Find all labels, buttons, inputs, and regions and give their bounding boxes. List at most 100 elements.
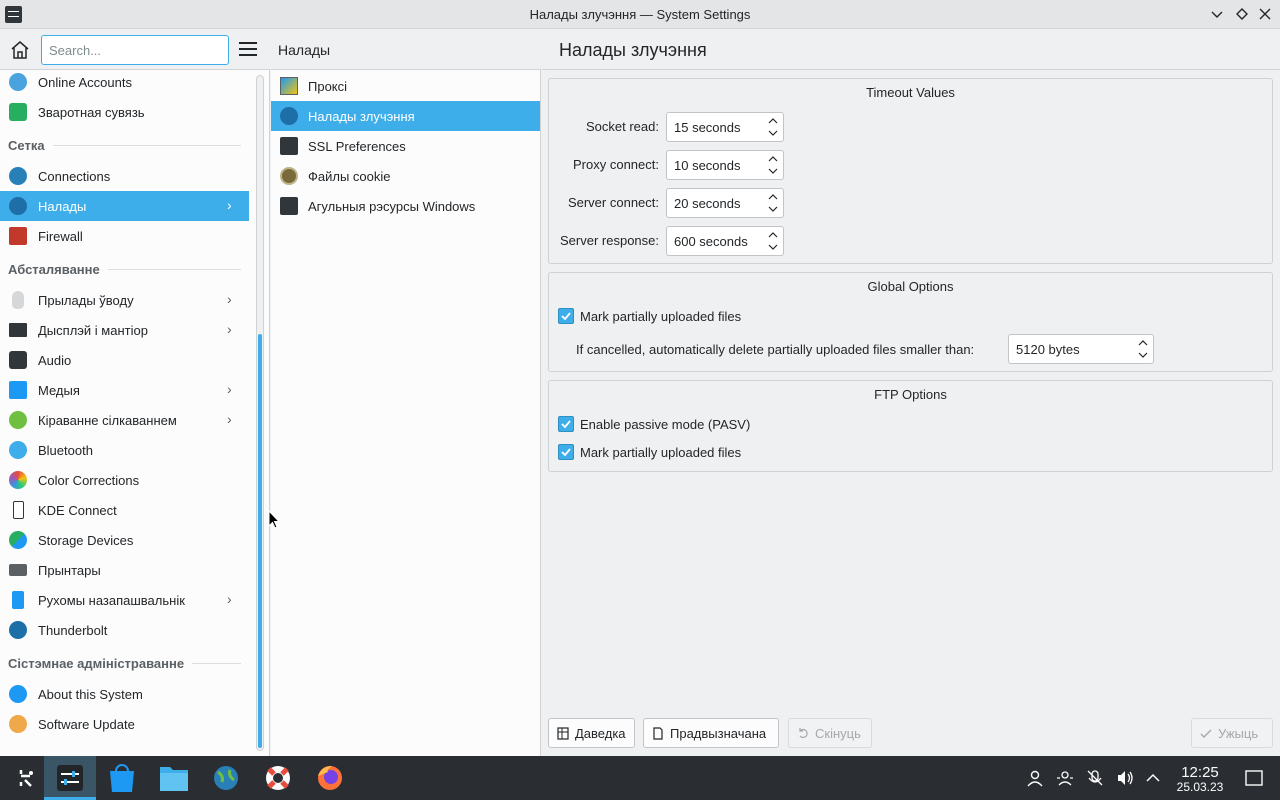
group-title: Global Options [867,279,954,294]
cookie-icon [280,167,298,185]
thunderbolt-icon [9,621,27,639]
sidebar-item-software-update[interactable]: Software Update [0,709,249,739]
subcategory-item-label: Агульныя рэсурсы Windows [308,199,476,214]
minimize-button[interactable] [1208,5,1226,23]
volume-icon[interactable] [1115,768,1135,788]
sidebar-item-online-accounts[interactable]: Online Accounts [0,71,249,97]
sidebar-item-kde-connect[interactable]: KDE Connect [0,495,249,525]
sidebar-item-feedback[interactable]: Зваротная сувязь [0,97,249,127]
sidebar-item-label: Color Corrections [38,473,140,488]
checkmark-icon [561,312,571,321]
printer-icon [9,564,27,576]
proxy-connect-spinbox[interactable]: 10 seconds [666,150,784,180]
spinbox-value: 600 seconds [674,234,748,249]
reset-button[interactable]: Скінуць [788,718,872,748]
subcategory-item-connection-preferences[interactable]: Налады злучэння [271,101,540,131]
sidebar-item-bluetooth[interactable]: Bluetooth [0,435,249,465]
firewall-icon [9,227,27,245]
home-button[interactable] [8,38,32,62]
ftp-mark-partial-checkbox[interactable] [558,444,574,460]
sidebar-item-color-corrections[interactable]: Color Corrections [0,465,249,495]
search-input[interactable] [41,35,229,65]
subcategory-item-windows-shares[interactable]: Агульныя рэсурсы Windows [271,191,540,221]
sidebar-item-connections[interactable]: Connections [0,161,249,191]
media-icon [9,381,27,399]
sidebar-item-label: Прынтары [38,563,101,578]
passive-mode-label[interactable]: Enable passive mode (PASV) [580,417,750,432]
sidebar-item-label: Дысплэй і мантіор [38,323,148,338]
sidebar-item-label: About this System [38,687,143,702]
sidebar-item-storage-devices[interactable]: Storage Devices [0,525,249,555]
user-switch-icon[interactable] [1025,768,1045,788]
sidebar-item-audio[interactable]: Audio [0,345,249,375]
mouse-cursor-icon [268,510,280,529]
passive-mode-checkbox[interactable] [558,416,574,432]
server-response-spinbox[interactable]: 600 seconds [666,226,784,256]
globe-icon [9,197,27,215]
sidebar-scrollbar[interactable] [256,75,264,751]
title-bar: Налады злучэння — System Settings [0,0,1280,29]
subcategory-item-ssl-preferences[interactable]: SSL Preferences [271,131,540,161]
task-discover[interactable] [96,756,148,800]
sidebar-item-display[interactable]: Дысплэй і мантіор › [0,315,249,345]
window-title: Налады злучэння — System Settings [529,7,751,22]
scrollbar-thumb[interactable] [258,334,262,748]
subcategory-item-cookies[interactable]: Файлы cookie [271,161,540,191]
delete-threshold-spinbox[interactable]: 5120 bytes [1008,334,1154,364]
sidebar-item-printers[interactable]: Прынтары [0,555,249,585]
chevron-right-icon: › [227,291,232,307]
field-label: Socket read: [586,119,659,134]
task-help-center[interactable] [252,756,304,800]
sidebar-item-label: Прылады ўводу [38,293,134,308]
clock-date[interactable]: 25.03.23 [1170,780,1230,794]
sidebar-item-power[interactable]: Кіраванне сілкаваннем › [0,405,249,435]
subcategory-item-proxy[interactable]: Проксі [271,71,540,101]
socket-read-spinbox[interactable]: 15 seconds [666,112,784,142]
task-dolphin[interactable] [148,756,200,800]
spin-arrows-icon[interactable] [767,154,779,176]
storage-icon [9,531,27,549]
hamburger-menu-button[interactable] [239,42,257,56]
spin-arrows-icon[interactable] [767,192,779,214]
sidebar-item-removable-storage[interactable]: Рухомы назапашвальнік › [0,585,249,615]
server-connect-spinbox[interactable]: 20 seconds [666,188,784,218]
sidebar-item-input-devices[interactable]: Прылады ўводу › [0,285,249,315]
mark-partial-label[interactable]: Mark partially uploaded files [580,309,741,324]
spin-arrows-icon[interactable] [767,230,779,252]
task-web-browser[interactable] [200,756,252,800]
socket-read-row: Socket read: [549,111,659,141]
help-button[interactable]: Даведка [548,718,635,748]
apply-button[interactable]: Ужыць [1191,718,1273,748]
defaults-button[interactable]: Прадвызначана [643,718,779,748]
clock-time[interactable]: 12:25 [1170,764,1230,781]
chevron-up-icon[interactable] [1143,768,1163,788]
close-button[interactable] [1256,5,1274,23]
sidebar-item-settings[interactable]: Налады › [0,191,249,221]
sidebar-item-label: Audio [38,353,72,368]
spin-arrows-icon[interactable] [1137,338,1149,360]
chevron-right-icon: › [227,321,232,337]
diamond-icon [1236,8,1248,20]
spin-arrows-icon[interactable] [767,116,779,138]
sidebar-header [0,30,270,70]
task-system-settings[interactable] [44,756,96,800]
maximize-button[interactable] [1233,5,1251,23]
show-desktop-icon[interactable] [1244,768,1264,788]
sidebar-item-media[interactable]: Медыя › [0,375,249,405]
sidebar-item-about-system[interactable]: About this System [0,679,249,709]
sidebar-item-thunderbolt[interactable]: Thunderbolt [0,615,249,645]
proxy-connect-row: Proxy connect: [549,149,659,179]
mark-partial-checkbox[interactable] [558,308,574,324]
microphone-muted-icon[interactable] [1085,768,1105,788]
power-icon [9,411,27,429]
sidebar-item-firewall[interactable]: Firewall [0,221,249,251]
group-title: Timeout Values [866,85,955,100]
task-firefox[interactable] [304,756,356,800]
page-title: Налады злучэння [559,40,707,60]
sidebar-item-label: Налады [38,199,87,214]
network-users-icon[interactable] [1055,768,1075,788]
server-connect-row: Server connect: [549,187,659,217]
sidebar-item-label: Bluetooth [38,443,93,458]
ftp-mark-partial-label[interactable]: Mark partially uploaded files [580,445,741,460]
chevron-down-icon [1211,11,1223,18]
